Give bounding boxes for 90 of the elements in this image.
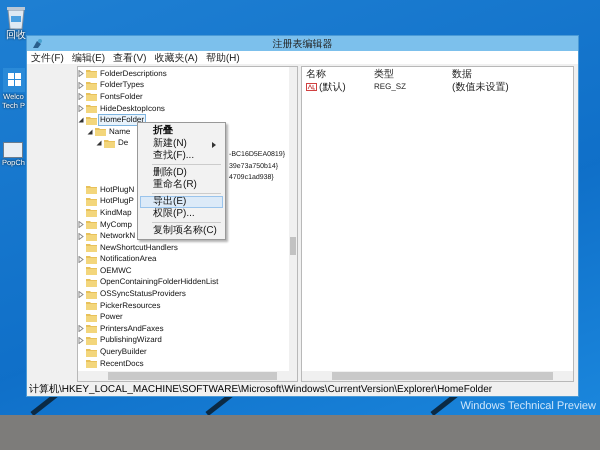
menu-item[interactable]: 收藏夹(A) [154,50,198,64]
folder-icon [86,196,97,206]
vertical-scrollbar[interactable] [289,67,297,371]
menu-item[interactable]: 文件(F) [31,50,64,64]
menu-item[interactable]: 重命名(R) [140,179,223,192]
menu-item[interactable]: 复制项名称(C) [140,224,223,237]
folder-icon [86,312,97,322]
expand-arrow-icon[interactable] [78,256,84,263]
folder-icon [86,359,97,368]
menu-item[interactable]: 权限(P)... [140,208,223,220]
expand-arrow-icon[interactable] [78,325,84,332]
string-value-icon [306,82,317,90]
tree-item[interactable]: HideDesktopIcons [98,102,167,115]
collapse-arrow-icon[interactable] [87,128,93,135]
app-icon[interactable] [3,142,24,158]
recycle-bin-icon[interactable] [5,4,27,30]
expand-arrow-icon[interactable] [78,70,84,78]
tree-item[interactable]: MyComp [98,218,134,231]
tree-item[interactable]: Power [98,311,125,324]
tree-item[interactable]: FolderDescriptions [98,68,169,80]
tree-item[interactable]: NotificationArea [98,253,158,266]
folder-icon [95,127,106,136]
expand-arrow-icon[interactable] [78,82,84,89]
tree-item[interactable]: Name [107,126,132,138]
menu-item[interactable]: 导出(E) [140,196,223,208]
window-title: 注册表编辑器 [272,38,334,50]
folder-icon [86,290,97,299]
folder-icon [86,254,97,264]
expand-arrow-icon[interactable] [78,290,84,298]
folder-icon [86,220,97,230]
column-header[interactable]: 名称 [306,66,374,80]
expand-arrow-icon[interactable] [78,232,84,240]
expand-arrow-icon[interactable] [78,336,84,344]
folder-icon [86,278,97,287]
folder-icon [86,69,97,78]
tree-item[interactable]: HotPlugN [98,184,136,196]
tree-item[interactable]: PrintersAndFaxes [98,322,166,335]
registry-icon [31,38,43,50]
tree-item[interactable]: FolderTypes [98,79,146,92]
folder-icon [86,104,97,114]
menu-item[interactable]: 新建(N) [140,138,223,150]
submenu-arrow-icon [212,142,216,148]
menu-item[interactable]: 帮助(H) [206,50,240,64]
menu-item[interactable]: 删除(D) [140,166,223,179]
tree-item[interactable]: HomeFolder [98,114,146,126]
collapse-arrow-icon[interactable] [96,140,102,146]
tree-item[interactable]: De [116,137,130,150]
menu-item[interactable]: 查找(F)... [140,150,223,162]
tree-item[interactable]: RecentDocs [98,358,146,370]
folder-icon [86,208,97,218]
folder-icon [86,348,97,357]
menu-item[interactable]: 折叠 [140,125,223,138]
desktop-icon-label[interactable]: 回收 [6,30,26,41]
tree-item[interactable]: OpenContainingFolderHiddenList [98,276,220,288]
windows-logo-icon[interactable] [2,68,24,92]
tree-item[interactable]: KindMap [98,206,134,219]
edition-text: Windows Technical Preview [460,400,596,412]
folder-icon [86,336,97,345]
tree-item[interactable]: NewShortcutHandlers [98,242,180,254]
tree-item[interactable]: QueryBuilder [98,346,149,358]
column-header[interactable]: 数据 [452,66,573,80]
folder-icon [86,116,97,125]
folder-icon [86,92,97,102]
menu-item[interactable]: 编辑(E) [72,50,106,64]
folder-icon [86,324,97,334]
tree-item[interactable]: FontsFolder [98,90,145,103]
tree-item[interactable]: PublishingWizard [98,334,164,346]
value-type: REG_SZ [374,82,408,91]
folder-icon [86,185,97,194]
expand-arrow-icon[interactable] [78,93,84,100]
expand-arrow-icon[interactable] [78,221,84,228]
tree-item[interactable]: OSSyncStatusProviders [98,288,188,300]
horizontal-scrollbar[interactable] [78,371,297,381]
folder-icon [86,243,97,252]
folder-icon [86,80,97,90]
folder-icon [86,301,97,310]
value-data: (数值未设置) [452,80,510,94]
folder-icon [86,232,97,241]
value-name[interactable]: (默认) [319,80,346,94]
column-header[interactable]: 类型 [374,66,452,80]
tree-item[interactable]: PickerResources [98,300,162,312]
horizontal-scrollbar[interactable] [302,371,573,381]
tree-item[interactable]: HotPlugP [98,195,136,208]
tree-item[interactable]: OEMWC [98,264,134,277]
collapse-arrow-icon[interactable] [78,117,84,124]
folder-icon [104,138,115,148]
folder-icon [86,266,97,276]
menu-item[interactable]: 查看(V) [113,50,146,64]
expand-arrow-icon[interactable] [78,105,84,112]
tree-item[interactable]: NetworkN [98,230,138,242]
